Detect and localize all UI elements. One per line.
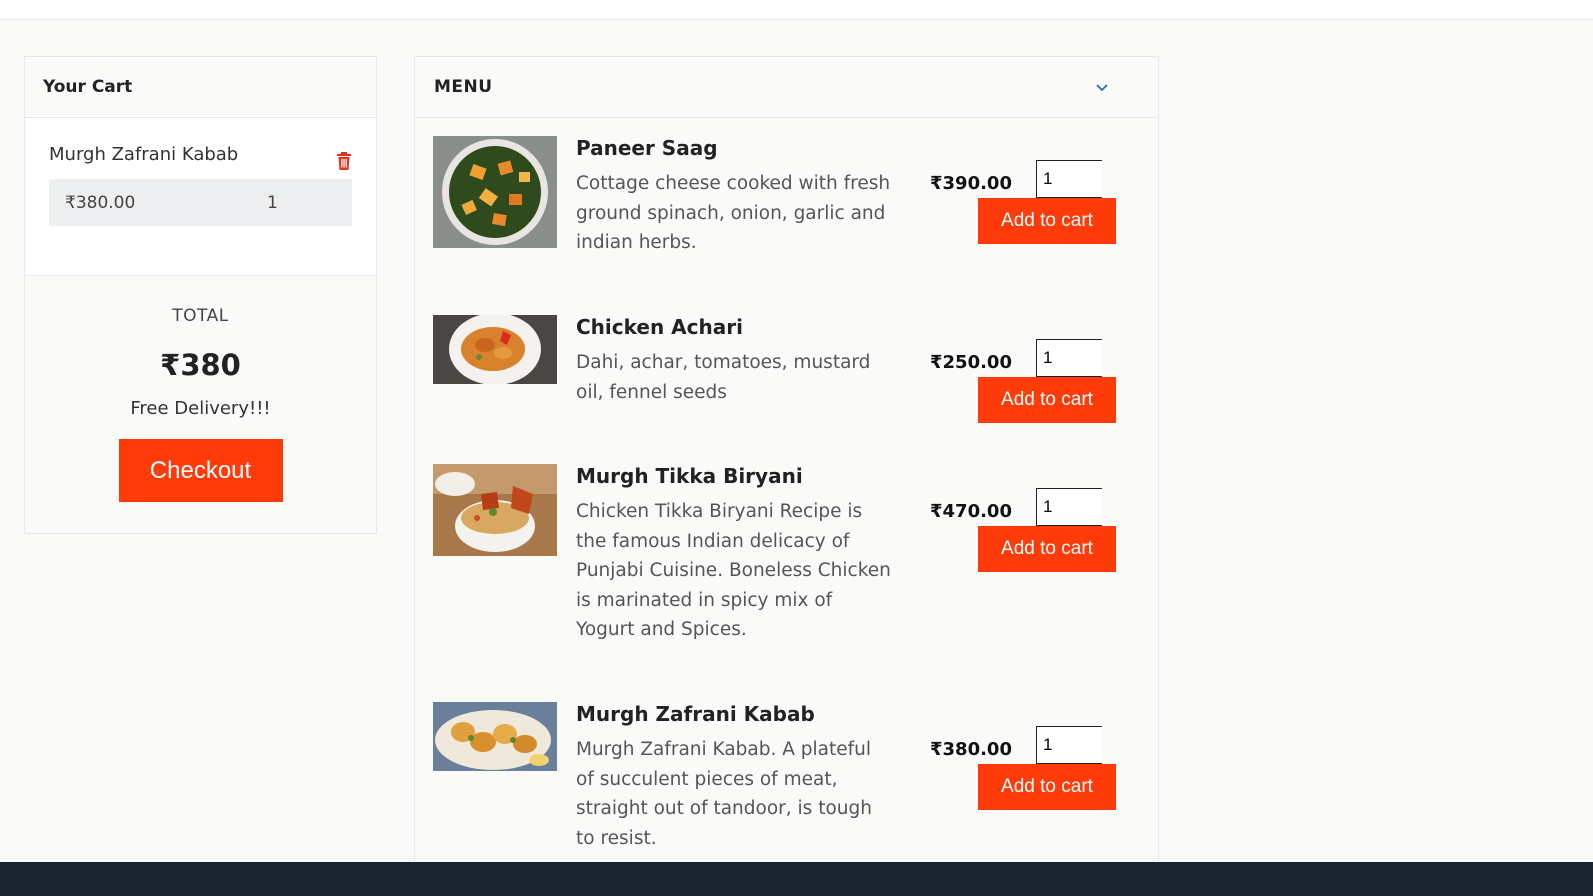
item-name: Murgh Tikka Biryani xyxy=(576,464,803,488)
item-name: Murgh Zafrani Kabab xyxy=(576,702,815,726)
item-price: ₹250.00 xyxy=(930,352,1012,373)
murgh-tikka-biryani-image xyxy=(433,464,557,556)
item-name: Chicken Achari xyxy=(576,315,743,339)
cart-panel: Your Cart Murgh Zafrani Kabab ₹380.00 1 … xyxy=(24,56,377,534)
add-to-cart-button[interactable]: Add to cart xyxy=(978,198,1116,244)
add-to-cart-button[interactable]: Add to cart xyxy=(978,526,1116,572)
quantity-input[interactable] xyxy=(1036,726,1102,764)
murgh-zafrani-kabab-image xyxy=(433,702,557,771)
paneer-saag-image xyxy=(433,136,557,248)
footer xyxy=(0,862,1593,896)
item-price: ₹390.00 xyxy=(930,173,1012,194)
menu-panel: MENU Paneer Saag Cottage cheese cooked w… xyxy=(414,56,1159,876)
quantity-input[interactable] xyxy=(1036,339,1102,377)
chicken-achari-image xyxy=(433,315,557,384)
cart-item-name: Murgh Zafrani Kabab xyxy=(49,144,239,165)
total-amount: ₹380 xyxy=(160,348,241,382)
chevron-down-icon[interactable] xyxy=(1095,82,1109,92)
checkout-button[interactable]: Checkout xyxy=(118,439,283,502)
menu-header[interactable]: MENU xyxy=(415,57,1158,118)
cart-item-price: ₹380.00 xyxy=(65,192,136,213)
total-label: TOTAL xyxy=(172,306,229,326)
menu-title: MENU xyxy=(434,77,493,97)
top-navbar xyxy=(0,0,1593,20)
cart-item-qty: 1 xyxy=(267,192,278,213)
cart-item-row: ₹380.00 1 xyxy=(49,179,352,226)
quantity-input[interactable] xyxy=(1036,160,1102,198)
item-name: Paneer Saag xyxy=(576,136,718,160)
item-description: Dahi, achar, tomatoes, mustard oil, fenn… xyxy=(576,352,871,403)
item-price: ₹380.00 xyxy=(930,739,1012,760)
cart-items: Murgh Zafrani Kabab ₹380.00 1 xyxy=(25,118,376,276)
delivery-note: Free Delivery!!! xyxy=(130,398,271,419)
item-description: Murgh Zafrani Kabab. A plateful of succu… xyxy=(576,739,872,849)
cart-summary: TOTAL ₹380 Free Delivery!!! Checkout xyxy=(25,276,376,502)
item-price: ₹470.00 xyxy=(930,501,1012,522)
add-to-cart-button[interactable]: Add to cart xyxy=(978,764,1116,810)
item-description: Chicken Tikka Biryani Recipe is the famo… xyxy=(576,501,891,641)
add-to-cart-button[interactable]: Add to cart xyxy=(978,377,1116,423)
quantity-input[interactable] xyxy=(1036,488,1102,526)
item-description: Cottage cheese cooked with fresh ground … xyxy=(576,173,891,254)
cart-title: Your Cart xyxy=(25,57,376,118)
trash-icon[interactable] xyxy=(336,152,352,170)
